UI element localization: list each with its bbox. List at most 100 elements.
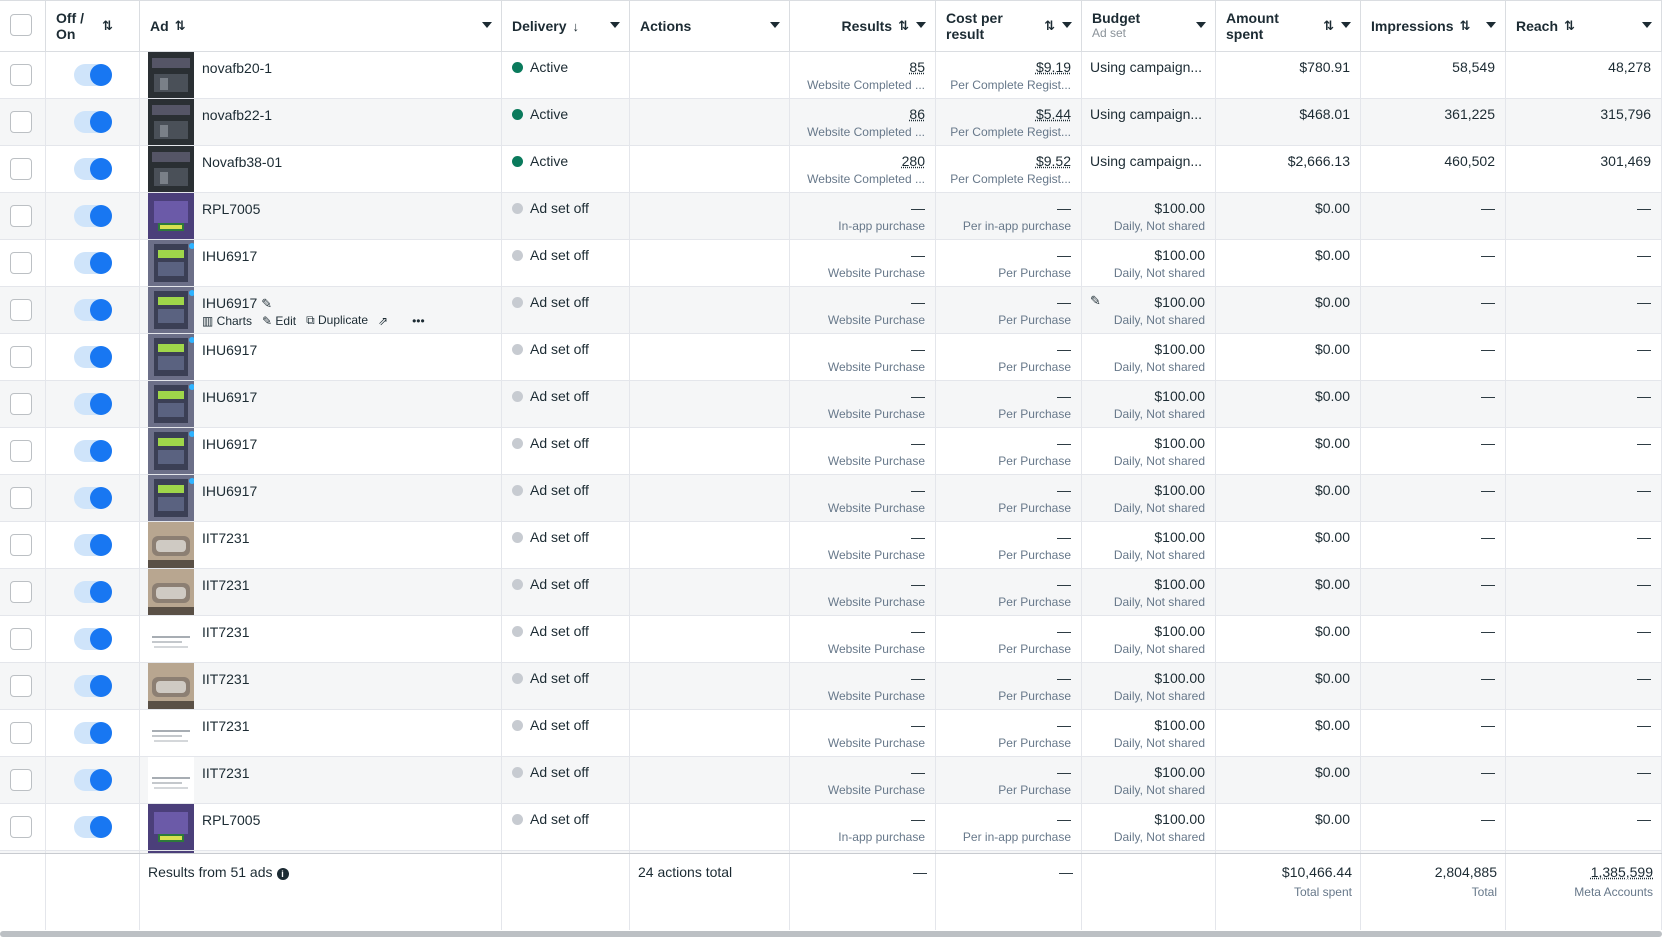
ad-name[interactable]: RPL7005 [202,201,260,217]
pencil-icon[interactable]: ✎ [261,296,272,311]
ad-thumbnail[interactable] [148,710,194,756]
col-cost-header[interactable]: Cost per result ⇅ [936,1,1082,51]
row-checkbox[interactable] [10,64,32,86]
row-budget-cell[interactable]: $100.00 Daily, Not shared [1082,193,1216,239]
ad-thumbnail[interactable] [148,475,195,521]
row-checkbox[interactable] [10,487,32,509]
ad-thumbnail[interactable] [148,99,194,145]
row-ad-cell[interactable]: IHU6917 ✎ ▥ Charts ✎ Edit ⧉ Duplicate ⇗ •… [140,287,502,333]
row-ad-cell[interactable]: IIT7231 [140,616,502,662]
ad-toggle[interactable] [74,628,112,650]
row-checkbox[interactable] [10,205,32,227]
sort-icon[interactable]: ⇅ [1564,18,1575,34]
ad-thumbnail[interactable] [148,381,195,427]
row-budget-cell[interactable]: $100.00 Daily, Not shared [1082,240,1216,286]
ad-thumbnail[interactable] [148,287,195,333]
ad-name[interactable]: IIT7231 [202,671,249,687]
ad-name[interactable]: IHU6917 [202,483,257,499]
row-ad-cell[interactable]: IHU6917 [140,475,502,521]
ad-name[interactable]: IHU6917 [202,342,257,358]
sort-icon[interactable]: ⇅ [175,18,186,34]
row-checkbox[interactable] [10,393,32,415]
row-budget-cell[interactable]: $100.00 Daily, Not shared [1082,522,1216,568]
ad-name[interactable]: novafb20-1 [202,60,272,76]
row-budget-cell[interactable]: $100.00 Daily, Not shared [1082,804,1216,850]
ad-toggle[interactable] [74,393,112,415]
ad-toggle[interactable] [74,487,112,509]
row-checkbox[interactable] [10,440,32,462]
table-row[interactable]: Novafb38-01 Active 280 Website Completed… [0,146,1662,193]
chevron-down-icon[interactable] [610,22,620,28]
chevron-down-icon[interactable] [916,22,926,28]
table-row[interactable]: RPL7005 Ad set off — In-app purchase — P… [0,193,1662,240]
row-budget-cell[interactable]: $100.00 Daily, Not shared [1082,428,1216,474]
row-budget-cell[interactable]: $100.00 Daily, Not shared [1082,663,1216,709]
table-row[interactable]: IIT7231 Ad set off — Website Purchase — … [0,569,1662,616]
ad-name[interactable]: IIT7231 [202,765,249,781]
info-icon[interactable]: i [276,868,289,880]
ad-toggle[interactable] [74,675,112,697]
charts-action[interactable]: ▥ Charts [202,314,252,328]
row-checkbox[interactable] [10,534,32,556]
table-row[interactable]: novafb22-1 Active 86 Website Completed .… [0,99,1662,146]
table-row[interactable]: IIT7231 Ad set off — Website Purchase — … [0,710,1662,757]
table-row[interactable]: IHU6917 Ad set off — Website Purchase — … [0,475,1662,522]
table-row[interactable]: RPL7005 Ad set off — In-app purchase — P… [0,804,1662,851]
sort-icon[interactable]: ⇅ [1044,18,1055,34]
ad-thumbnail[interactable] [148,522,194,568]
ad-toggle[interactable] [74,111,112,133]
ad-name[interactable]: IHU6917 ✎ [202,295,272,312]
row-checkbox[interactable] [10,628,32,650]
row-ad-cell[interactable]: RPL7005 [140,804,502,850]
ad-name[interactable]: IIT7231 [202,624,249,640]
col-budget-header[interactable]: Budget Ad set [1082,1,1216,51]
ad-thumbnail[interactable] [148,757,194,803]
ad-thumbnail[interactable] [148,193,194,239]
table-row[interactable]: IHU6917 Ad set off — Website Purchase — … [0,428,1662,475]
row-checkbox[interactable] [10,111,32,133]
row-ad-cell[interactable]: IIT7231 [140,663,502,709]
row-budget-cell[interactable]: $100.00 Daily, Not shared [1082,334,1216,380]
row-ad-cell[interactable]: RPL7005 [140,193,502,239]
table-row[interactable]: IIT7231 Ad set off — Website Purchase — … [0,663,1662,710]
row-checkbox[interactable] [10,722,32,744]
row-budget-cell[interactable]: ✎ $100.00 Daily, Not shared [1082,287,1216,333]
chevron-down-icon[interactable] [1062,22,1072,28]
table-row[interactable]: IHU6917 Ad set off — Website Purchase — … [0,240,1662,287]
ad-name[interactable]: IIT7231 [202,530,249,546]
row-checkbox[interactable] [10,769,32,791]
ad-toggle[interactable] [74,252,112,274]
row-ad-cell[interactable]: IHU6917 [140,240,502,286]
ad-thumbnail[interactable] [148,804,194,850]
col-amount-header[interactable]: Amount spent ⇅ [1216,1,1361,51]
sort-desc-icon[interactable]: ↓ [572,19,579,34]
chevron-down-icon[interactable] [770,22,780,28]
sort-icon[interactable]: ⇅ [898,18,909,34]
row-ad-cell[interactable]: IHU6917 [140,334,502,380]
ad-toggle[interactable] [74,440,112,462]
row-checkbox[interactable] [10,581,32,603]
ad-toggle[interactable] [74,769,112,791]
row-checkbox[interactable] [10,346,32,368]
preview-icon[interactable]: ⇗ [378,314,388,328]
row-checkbox[interactable] [10,252,32,274]
edit-action[interactable]: ✎ Edit [262,314,296,328]
ad-toggle[interactable] [74,581,112,603]
table-row[interactable]: novafb20-1 Active 85 Website Completed .… [0,52,1662,99]
ad-toggle[interactable] [74,299,112,321]
col-delivery-header[interactable]: Delivery ↓ [502,1,630,51]
ad-thumbnail[interactable] [148,428,195,474]
row-checkbox[interactable] [10,299,32,321]
ad-name[interactable]: IHU6917 [202,248,257,264]
table-row[interactable]: IIT7231 Ad set off — Website Purchase — … [0,522,1662,569]
ad-toggle[interactable] [74,722,112,744]
col-reach-header[interactable]: Reach ⇅ [1506,1,1662,51]
chevron-down-icon[interactable] [1196,22,1206,28]
ad-thumbnail[interactable] [148,52,194,98]
row-checkbox[interactable] [10,675,32,697]
row-ad-cell[interactable]: IIT7231 [140,757,502,803]
row-ad-cell[interactable]: novafb20-1 [140,52,502,98]
ad-thumbnail[interactable] [148,334,195,380]
ad-name[interactable]: IHU6917 [202,389,257,405]
row-budget-cell[interactable]: Using campaign... [1082,99,1216,145]
